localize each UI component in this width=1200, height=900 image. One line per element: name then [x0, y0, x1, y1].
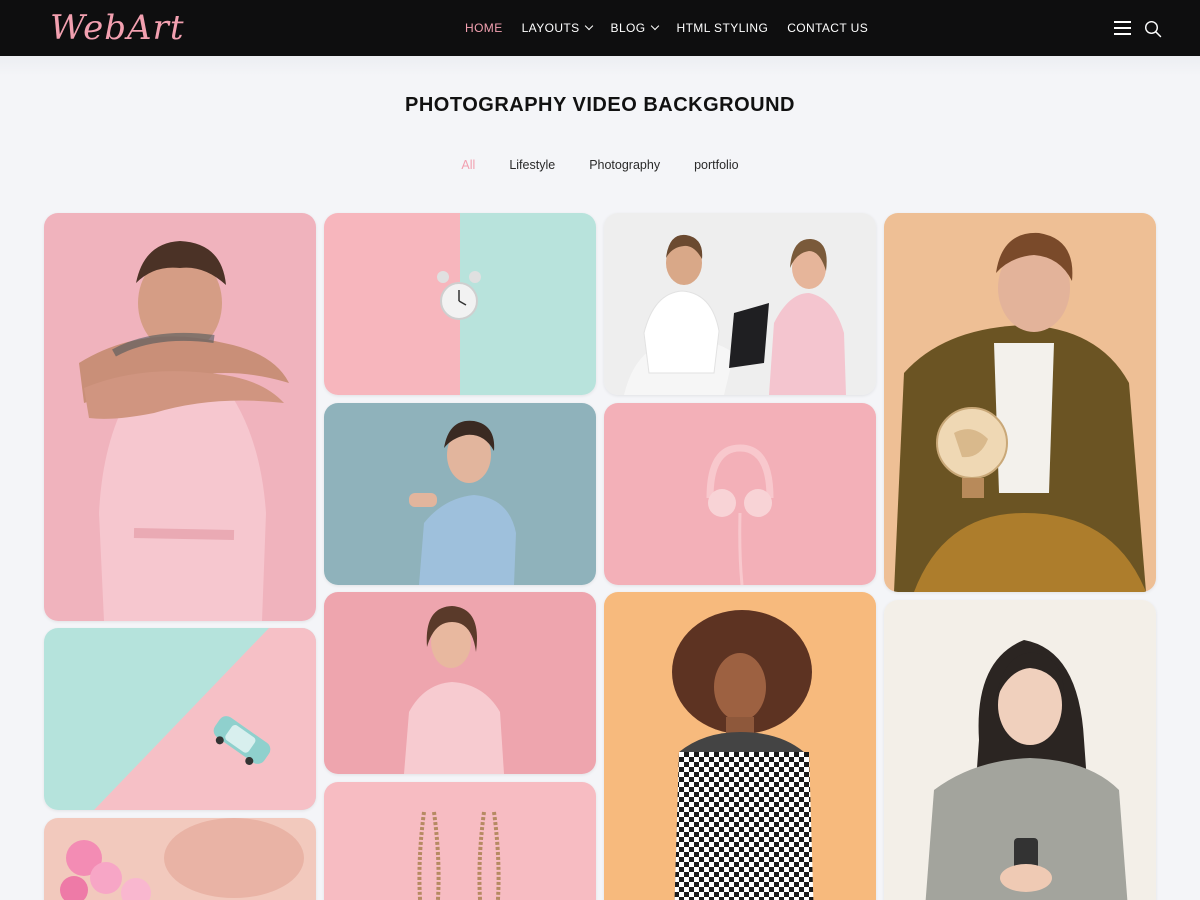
- nav-item-layouts[interactable]: LAYOUTS: [521, 0, 593, 56]
- photo-woman-blue-blazer: [324, 403, 596, 585]
- hamburger-menu-icon[interactable]: [1114, 21, 1131, 35]
- site-logo[interactable]: WebArt: [50, 6, 185, 50]
- photo-woman-with-phone: [884, 600, 1156, 900]
- chevron-down-icon: [584, 21, 593, 31]
- search-icon[interactable]: [1144, 20, 1162, 38]
- nav-item-label: BLOG: [610, 21, 646, 35]
- gallery-item-tattooed-man-pink-robe[interactable]: [44, 213, 316, 621]
- nav-item-home[interactable]: HOME: [465, 0, 503, 56]
- nav-item-label: LAYOUTS: [521, 21, 580, 35]
- header-shadow: [0, 56, 1200, 76]
- portfolio-filter-bar: All Lifestyle Photography portfolio: [0, 158, 1200, 172]
- main-nav: HOME LAYOUTS BLOG HTML STYLING CONTACT U…: [465, 0, 887, 56]
- gallery-item-man-with-globe[interactable]: [884, 213, 1156, 592]
- filter-photography[interactable]: Photography: [589, 158, 660, 172]
- gallery-item-pink-headphones[interactable]: [604, 403, 876, 585]
- gallery-item-woman-curly-hair[interactable]: [604, 592, 876, 900]
- photo-tattooed-man: [44, 213, 316, 621]
- photo-necklace: [324, 782, 596, 900]
- filter-lifestyle[interactable]: Lifestyle: [509, 158, 555, 172]
- photo-toy-car: [44, 628, 316, 810]
- photo-man-with-globe: [884, 213, 1156, 592]
- photo-woman-pink-dress: [324, 592, 596, 774]
- gallery-item-alarm-clock[interactable]: [324, 213, 596, 395]
- photo-woman-curly-hair: [604, 592, 876, 900]
- filter-portfolio[interactable]: portfolio: [694, 158, 738, 172]
- photo-headphones: [604, 403, 876, 585]
- nav-item-contact-us[interactable]: CONTACT US: [787, 0, 868, 56]
- nav-item-label: CONTACT US: [787, 21, 869, 35]
- photo-couple-shopping: [604, 213, 876, 395]
- gallery-item-face-closeup-flowers[interactable]: [44, 818, 316, 900]
- gallery-item-toy-car-mint-pink[interactable]: [44, 628, 316, 810]
- photo-alarm-clock: [324, 213, 596, 395]
- chevron-down-icon: [650, 21, 659, 31]
- nav-item-blog[interactable]: BLOG: [610, 0, 659, 56]
- nav-item-label: HTML STYLING: [676, 21, 769, 35]
- photo-face-closeup: [44, 818, 316, 900]
- nav-item-label: HOME: [465, 21, 503, 35]
- gallery-item-necklace[interactable]: [324, 782, 596, 900]
- filter-all[interactable]: All: [461, 158, 475, 172]
- gallery-item-woman-blue-blazer[interactable]: [324, 403, 596, 585]
- gallery-item-woman-with-phone[interactable]: [884, 600, 1156, 900]
- top-navigation-bar: WebArt HOME LAYOUTS BLOG HTML STYLING CO…: [0, 0, 1200, 56]
- gallery-item-couple-shopping-bag[interactable]: [604, 213, 876, 395]
- nav-item-html-styling[interactable]: HTML STYLING: [677, 0, 769, 56]
- page-title: PHOTOGRAPHY VIDEO BACKGROUND: [405, 94, 795, 116]
- gallery-item-woman-pink-dress[interactable]: [324, 592, 596, 774]
